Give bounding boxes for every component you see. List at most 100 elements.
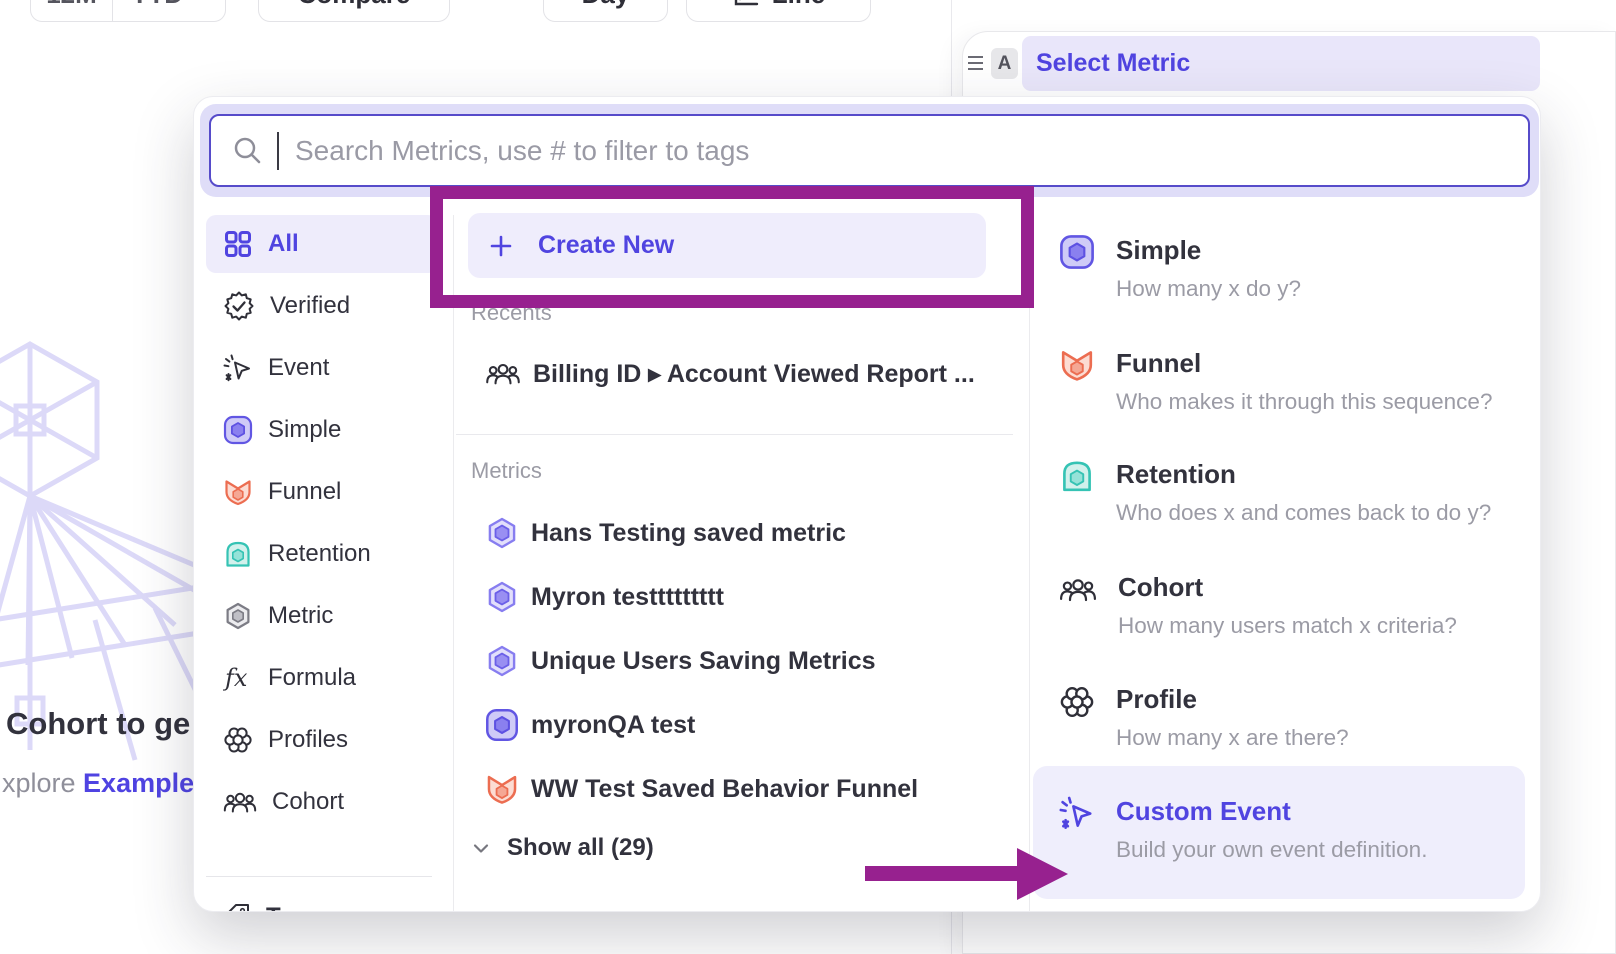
- type-title: Cohort: [1118, 567, 1457, 607]
- series-a-badge: A: [991, 48, 1018, 79]
- simple-icon: [485, 708, 519, 742]
- sidebar-item-label: Profiles: [268, 726, 348, 754]
- sidebar-item-verified[interactable]: Verified: [223, 288, 350, 324]
- type-title: Funnel: [1116, 343, 1492, 383]
- formula-icon: ƒx: [223, 663, 253, 693]
- compare-label: Compare: [298, 0, 411, 10]
- line-label: Line: [772, 0, 825, 10]
- recent-item-label: Billing ID ▸ Account Viewed Report ...: [533, 359, 975, 389]
- select-metric-label: Select Metric: [1036, 49, 1190, 78]
- sidebar-item-label: Event: [268, 354, 329, 382]
- type-title: Custom Event: [1116, 791, 1427, 831]
- sidebar-item-simple[interactable]: Simple: [223, 412, 341, 448]
- type-description: Who does x and comes back to do y?: [1116, 494, 1491, 532]
- show-all-toggle[interactable]: Show all (29): [471, 834, 654, 862]
- range-12m-label: 12M: [46, 0, 97, 10]
- background-wireframe-illustration: [0, 330, 200, 930]
- profiles-icon: [1059, 684, 1095, 720]
- chevron-down-icon: [191, 0, 207, 2]
- metric-item-label: WW Test Saved Behavior Funnel: [531, 775, 918, 804]
- saved-metric-hex-icon: [485, 578, 519, 616]
- drag-handle-icon[interactable]: [966, 54, 986, 72]
- range-ytd-label: YTD: [131, 0, 183, 10]
- type-option-cohort[interactable]: Cohort How many users match x criteria?: [1059, 567, 1457, 645]
- profiles-icon: [223, 725, 253, 755]
- type-option-funnel[interactable]: Funnel Who makes it through this sequenc…: [1059, 343, 1492, 421]
- simple-icon: [1059, 234, 1095, 270]
- funnel-icon: [223, 477, 253, 507]
- sidebar-item-funnel[interactable]: Funnel: [223, 474, 341, 510]
- grid-icon: [223, 229, 253, 259]
- metric-list-item[interactable]: Hans Testing saved metric: [485, 513, 846, 553]
- metric-list-item[interactable]: Myron testtttttttt: [485, 577, 724, 617]
- metric-icon: [223, 601, 253, 631]
- type-description: How many x are there?: [1116, 719, 1349, 757]
- sidebar-item-all[interactable]: All: [206, 215, 438, 273]
- type-description: How many x do y?: [1116, 270, 1301, 308]
- recents-metrics-divider: [456, 434, 1013, 435]
- text-caret: [277, 132, 279, 170]
- create-new-label: Create New: [538, 231, 674, 260]
- day-label: Day: [582, 0, 630, 10]
- type-description: How many users match x criteria?: [1118, 607, 1457, 645]
- metrics-header: Metrics: [471, 458, 542, 484]
- retention-icon: [223, 539, 253, 569]
- line-chart-icon: [732, 0, 760, 8]
- recent-item-billing[interactable]: Billing ID ▸ Account Viewed Report ...: [485, 354, 975, 394]
- metric-list-item[interactable]: Unique Users Saving Metrics: [485, 641, 876, 681]
- sidebar-item-metric[interactable]: Metric: [223, 598, 333, 634]
- create-new-button[interactable]: Create New: [468, 213, 986, 278]
- sidebar-item-formula[interactable]: ƒx Formula: [223, 660, 356, 696]
- type-option-simple[interactable]: Simple How many x do y?: [1059, 230, 1301, 308]
- type-option-retention[interactable]: Retention Who does x and comes back to d…: [1059, 454, 1491, 532]
- type-description: Build your own event definition.: [1116, 831, 1427, 869]
- granularity-day-button[interactable]: Day: [543, 0, 668, 22]
- search-input[interactable]: Search Metrics, use # to filter to tags: [209, 114, 1530, 187]
- select-metric-button[interactable]: Select Metric: [1022, 36, 1540, 91]
- range-12m-button[interactable]: 12M: [31, 0, 113, 21]
- range-ytd-button[interactable]: YTD: [113, 0, 225, 21]
- explore-prefix: xplore: [2, 768, 83, 798]
- metric-list-item[interactable]: myronQA test: [485, 705, 695, 745]
- sidebar-item-label: Metric: [268, 602, 333, 630]
- date-range-segmented-control[interactable]: 12M YTD: [30, 0, 226, 22]
- chevron-down-icon: [471, 838, 491, 858]
- recents-header: Recents: [471, 300, 552, 326]
- sidebar-item-label: Formula: [268, 664, 356, 692]
- metric-item-label: myronQA test: [531, 711, 695, 740]
- sidebar-item-label: Funnel: [268, 478, 341, 506]
- sidebar-item-retention[interactable]: Retention: [223, 536, 371, 572]
- sidebar-item-partial[interactable]: T: [223, 899, 281, 912]
- onboarding-heading-fragment: Cohort to ge: [6, 706, 190, 742]
- tag-icon: [223, 903, 251, 912]
- type-title: Profile: [1116, 679, 1349, 719]
- cohort-icon: [1059, 575, 1097, 605]
- funnel-icon: [1059, 347, 1095, 383]
- saved-metric-hex-icon: [485, 514, 519, 552]
- sidebar-divider: [453, 215, 454, 911]
- type-option-profile[interactable]: Profile How many x are there?: [1059, 679, 1349, 757]
- type-title: Retention: [1116, 454, 1491, 494]
- sidebar-item-event[interactable]: Event: [223, 350, 329, 386]
- metric-item-label: Myron testtttttttt: [531, 583, 724, 612]
- sidebar-item-label: T: [266, 903, 281, 912]
- metric-list-item[interactable]: WW Test Saved Behavior Funnel: [485, 769, 918, 809]
- sidebar-item-profiles[interactable]: Profiles: [223, 722, 348, 758]
- sidebar-item-label: Verified: [270, 292, 350, 320]
- sidebar-item-label: Simple: [268, 416, 341, 444]
- metric-item-label: Hans Testing saved metric: [531, 519, 846, 548]
- type-option-custom-event[interactable]: Custom Event Build your own event defini…: [1059, 791, 1427, 869]
- chart-type-line-button[interactable]: Line: [686, 0, 871, 22]
- example-link[interactable]: Example: [83, 768, 194, 798]
- event-icon: [223, 353, 253, 383]
- metric-item-label: Unique Users Saving Metrics: [531, 647, 876, 676]
- search-icon: [231, 134, 265, 168]
- retention-icon: [1059, 458, 1095, 494]
- svg-text:ƒx: ƒx: [223, 664, 248, 692]
- sidebar-item-cohort[interactable]: Cohort: [223, 784, 344, 820]
- compare-button[interactable]: Compare: [258, 0, 450, 22]
- sidebar-section-divider: [206, 876, 432, 877]
- cohort-icon: [485, 360, 521, 388]
- sidebar-item-label: All: [268, 230, 299, 258]
- type-description: Who makes it through this sequence?: [1116, 383, 1492, 421]
